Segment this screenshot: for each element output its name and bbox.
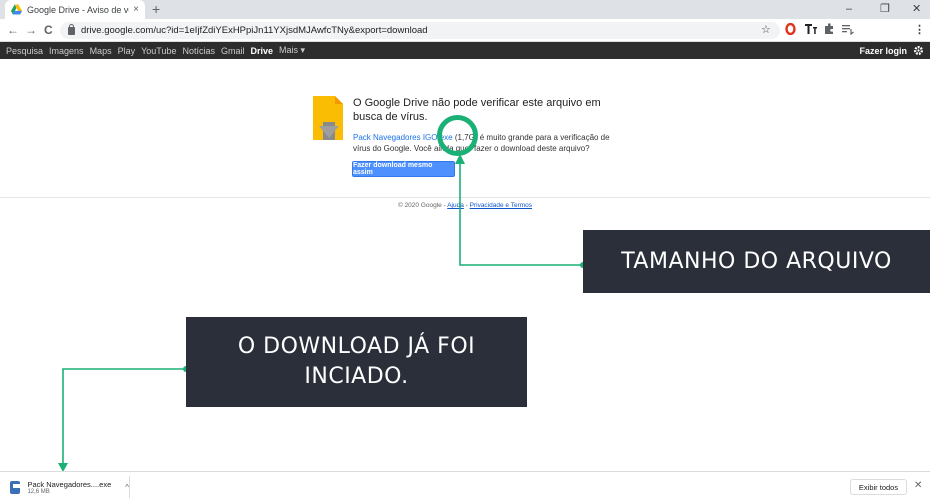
warning-title: O Google Drive não pode verificar este a…: [353, 97, 601, 123]
gbar-link-drive[interactable]: Drive: [251, 46, 274, 56]
download-item-text: Pack Navegadores....exe 12,6 MB: [27, 480, 111, 495]
bookmark-star-icon[interactable]: ☆: [761, 23, 771, 37]
download-callout-line-1: O DOWNLOAD JÁ FOI: [237, 334, 476, 359]
gbar-link-maps[interactable]: Maps: [90, 46, 112, 56]
lock-icon: [68, 23, 75, 35]
download-item[interactable]: Pack Navegadores....exe 12,6 MB ^: [6, 476, 130, 498]
tab-close-icon[interactable]: ×: [133, 4, 139, 15]
opera-extension-icon[interactable]: [785, 23, 796, 35]
close-shelf-icon[interactable]: ✕: [914, 480, 922, 492]
download-connector-line: [62, 368, 186, 465]
gbar-link-gmail[interactable]: Gmail: [221, 46, 245, 56]
download-started-callout: O DOWNLOAD JÁ FOI INCIADO.: [186, 317, 527, 407]
gbar-link-play[interactable]: Play: [118, 46, 136, 56]
puzzle-extensions-icon[interactable]: [823, 23, 835, 35]
reading-list-icon[interactable]: [842, 23, 854, 35]
reload-icon[interactable]: C: [44, 22, 53, 38]
gbar-link-youtube[interactable]: YouTube: [141, 46, 176, 56]
google-drive-icon: [11, 4, 22, 15]
show-all-downloads-button[interactable]: Exibir todos: [850, 479, 907, 495]
back-icon[interactable]: ←: [7, 22, 19, 38]
navigation-bar: ← → C drive.google.com/uc?id=1eIjfZdiYEx…: [0, 19, 930, 42]
gbar-link-pesquisa[interactable]: Pesquisa: [6, 46, 43, 56]
screenshot-root: Google Drive - Aviso de verificaç × + – …: [0, 0, 930, 500]
chevron-up-icon[interactable]: ^: [125, 483, 129, 492]
download-callout-line-2: INCIADO.: [304, 364, 409, 389]
address-bar[interactable]: drive.google.com/uc?id=1eIjfZdiYExHPpiJn…: [60, 22, 780, 39]
download-anyway-button[interactable]: Fazer download mesmo assim: [352, 161, 455, 177]
gbar-right: Fazer login: [859, 42, 924, 59]
gbar-link-mais[interactable]: Mais ▾: [279, 45, 305, 56]
window-close-button[interactable]: ✕: [912, 2, 921, 16]
tab-strip: Google Drive - Aviso de verificaç × + – …: [0, 0, 930, 19]
google-top-bar: Pesquisa Imagens Maps Play YouTube Notíc…: [0, 42, 930, 59]
forward-icon[interactable]: →: [25, 22, 37, 38]
restore-button[interactable]: ❐: [880, 2, 890, 16]
gbar-link-imagens[interactable]: Imagens: [49, 46, 84, 56]
exe-file-icon: [10, 480, 21, 494]
content-divider: [0, 197, 930, 198]
new-tab-button[interactable]: +: [152, 1, 160, 18]
text-tool-icon[interactable]: [805, 23, 817, 35]
drive-file-icon: [313, 96, 343, 140]
warning-body: Pack Navegadores IGO.exe (1,7G) é muito …: [353, 132, 623, 154]
download-file-name: Pack Navegadores....exe: [27, 479, 112, 489]
gear-icon[interactable]: [913, 45, 924, 56]
tab-title: Google Drive - Aviso de verificaç: [27, 4, 129, 15]
footer-copyright: © 2020 Google -: [397, 202, 448, 209]
footer-help-link[interactable]: Ajuda: [447, 202, 464, 209]
file-size-highlight-ring: [437, 115, 478, 156]
minimize-button[interactable]: –: [846, 2, 852, 16]
footer-privacy-link[interactable]: Privacidade e Termos: [470, 202, 532, 209]
gbar-link-noticias[interactable]: Notícias: [182, 46, 215, 56]
file-size-callout: TAMANHO DO ARQUIVO: [583, 230, 930, 293]
page-footer: © 2020 Google - Ajuda - Privacidade e Te…: [0, 202, 930, 209]
google-apps-links: Pesquisa Imagens Maps Play YouTube Notíc…: [6, 42, 305, 59]
url-text: drive.google.com/uc?id=1eIjfZdiYExHPpiJn…: [81, 25, 428, 36]
login-link[interactable]: Fazer login: [859, 46, 907, 56]
browser-tab[interactable]: Google Drive - Aviso de verificaç ×: [5, 0, 145, 19]
virus-scan-warning: O Google Drive não pode verificar este a…: [353, 96, 623, 154]
download-file-size: 12,6 MB: [27, 488, 50, 495]
download-shelf: Pack Navegadores....exe 12,6 MB ^ Exibir…: [0, 471, 930, 500]
size-connector-line: [459, 160, 583, 266]
browser-menu-icon[interactable]: ⋮: [914, 23, 925, 37]
